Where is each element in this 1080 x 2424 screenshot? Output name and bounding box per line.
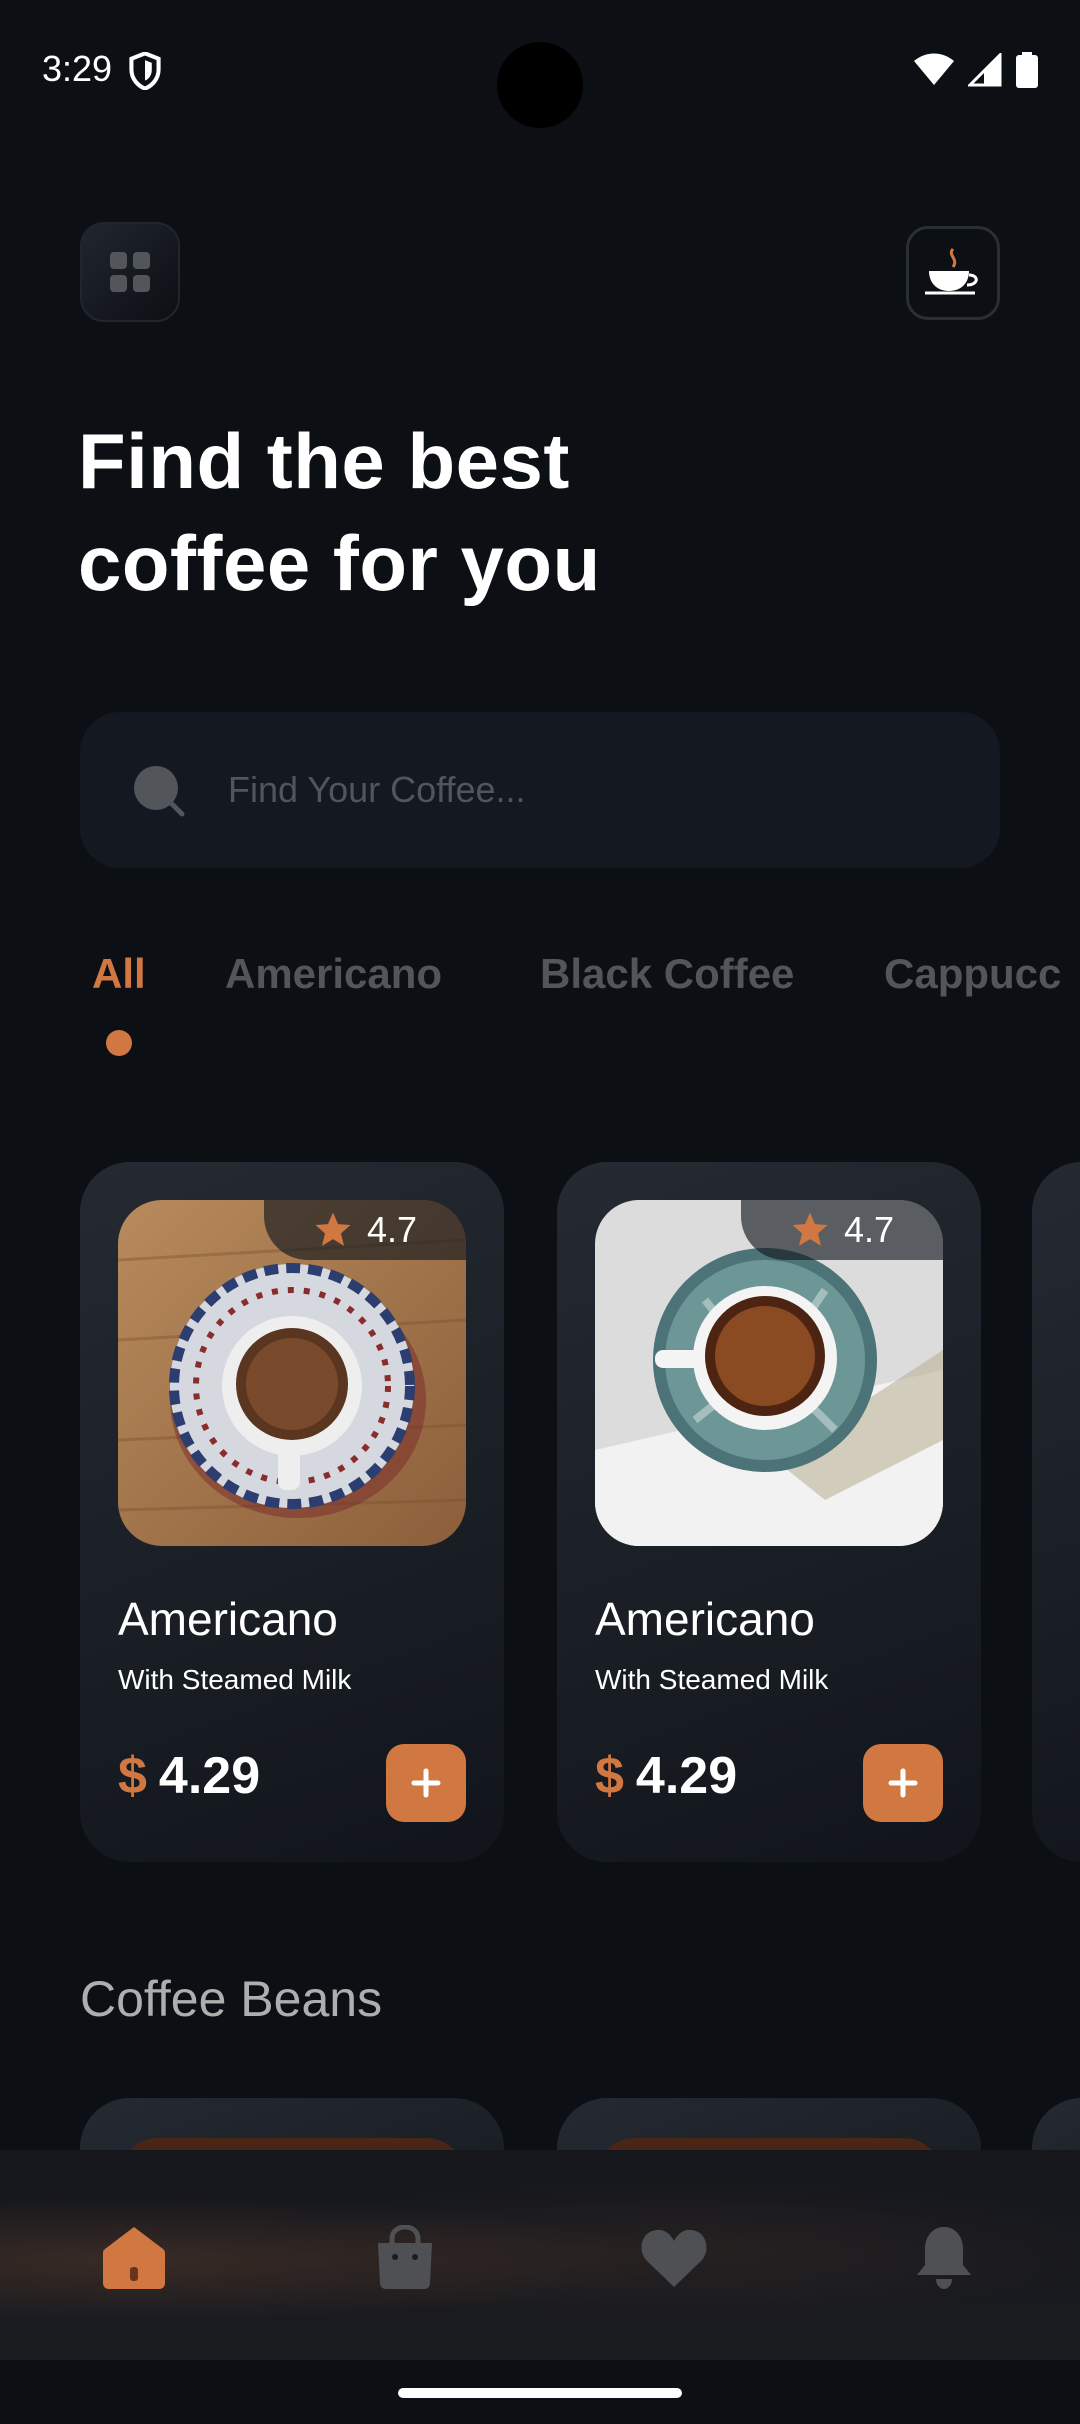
product-name: Americano	[595, 1593, 815, 1645]
status-time: 3:29	[42, 48, 113, 89]
wifi-icon	[914, 53, 954, 85]
price-value: 4.29	[158, 1747, 261, 1805]
currency-symbol: $	[595, 1747, 624, 1805]
search-bar[interactable]	[80, 712, 1000, 868]
product-card[interactable]: 4.7 Americano With Steamed Milk $4.29	[80, 1162, 504, 1862]
status-icons	[914, 52, 1038, 88]
currency-symbol: $	[118, 1747, 147, 1805]
search-input[interactable]	[226, 768, 1000, 812]
nav-cart[interactable]	[365, 2218, 445, 2298]
home-icon	[103, 2227, 165, 2289]
nav-home[interactable]	[94, 2218, 174, 2298]
product-name: Americano	[118, 1593, 338, 1645]
shield-icon	[129, 52, 161, 90]
bag-icon	[378, 2225, 432, 2289]
tab-all[interactable]: All	[92, 950, 146, 998]
rating-badge: 4.7	[741, 1200, 943, 1260]
add-to-cart-button[interactable]	[386, 1744, 466, 1822]
star-icon	[792, 1212, 828, 1246]
nav-notifications[interactable]	[904, 2218, 984, 2298]
page-title: Find the best coffee for you	[78, 417, 601, 607]
signal-icon	[968, 53, 1002, 87]
add-to-cart-button[interactable]	[863, 1744, 943, 1822]
star-icon	[315, 1212, 351, 1246]
product-image: 4.7	[595, 1200, 943, 1546]
product-price: $4.29	[595, 1746, 737, 1806]
bottom-nav	[0, 2150, 1080, 2360]
profile-button[interactable]	[906, 226, 1000, 320]
heart-icon	[641, 2229, 707, 2287]
tab-black-coffee[interactable]: Black Coffee	[540, 950, 794, 998]
plus-icon	[411, 1768, 441, 1798]
search-icon	[134, 766, 185, 817]
app-screen: 3:29 Find the best coffee for you Find Y…	[0, 0, 1080, 2424]
tab-cappuccino[interactable]: Cappucc	[884, 950, 1061, 998]
product-subtitle: With Steamed Milk	[118, 1664, 352, 1695]
menu-button[interactable]	[80, 222, 180, 322]
grid-icon	[110, 252, 150, 292]
rating-value: 4.7	[843, 1209, 895, 1250]
nav-favorites[interactable]	[634, 2218, 714, 2298]
home-indicator[interactable]	[398, 2388, 682, 2398]
camera-cutout	[497, 42, 583, 128]
section-title: Coffee Beans	[80, 1971, 383, 2027]
product-card[interactable]: 4.7 Americano With Steamed Milk $4.29	[557, 1162, 981, 1862]
coffee-cup-logo-icon	[925, 247, 978, 295]
bell-icon	[917, 2227, 971, 2289]
product-subtitle: With Steamed Milk	[595, 1664, 829, 1695]
battery-icon	[1016, 52, 1038, 88]
tab-americano[interactable]: Americano	[225, 950, 442, 998]
plus-icon	[888, 1768, 918, 1798]
rating-badge: 4.7	[264, 1200, 466, 1260]
product-card-partial[interactable]	[1032, 1162, 1080, 1862]
active-tab-indicator	[106, 1030, 132, 1056]
rating-value: 4.7	[366, 1209, 418, 1250]
price-value: 4.29	[635, 1747, 738, 1805]
product-price: $4.29	[118, 1746, 260, 1806]
product-image: 4.7	[118, 1200, 466, 1546]
